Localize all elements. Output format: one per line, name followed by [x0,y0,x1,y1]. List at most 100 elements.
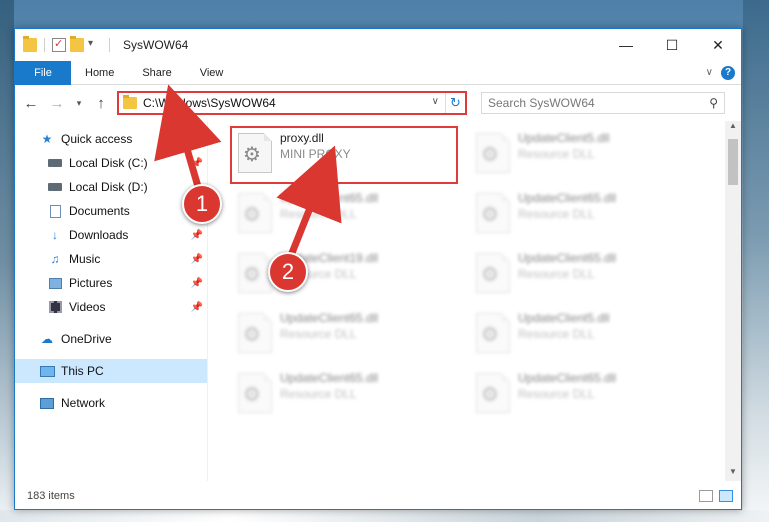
file-type: Resource DLL [280,387,357,401]
maximize-button[interactable]: ☐ [649,29,695,61]
documents-icon [49,204,61,218]
customize-icon[interactable]: ▾ [88,38,102,52]
sidebar-item-network[interactable]: Network [15,391,207,415]
file-name: UpdateClient65.dll [280,371,379,385]
scroll-up-icon[interactable]: ▲ [725,121,741,135]
refresh-button[interactable]: ↻ [445,93,465,113]
sidebar-item-label: Videos [69,300,106,314]
file-name: UpdateClient65.dll [280,311,379,325]
quick-access-toolbar: ▾ [23,36,113,52]
sidebar-item-pictures[interactable]: Pictures 📌 [15,271,207,295]
file-name: UpdateClient5.dll [518,131,610,145]
file-item[interactable]: UpdateClient5.dll Resource DLL [472,309,694,361]
computer-icon [39,365,55,377]
folder-icon [123,95,137,109]
callout-badge-1: 1 [182,184,222,224]
file-list: proxy.dll MINI PROXY UpdateClient5.dllRe… [208,121,741,481]
sidebar-item-label: Quick access [61,132,133,146]
sidebar-item-videos[interactable]: Videos 📌 [15,295,207,319]
desktop-wallpaper-right [743,0,769,522]
window-title: SysWOW64 [123,38,189,52]
vertical-scrollbar[interactable]: ▲ ▼ [725,121,741,481]
callout-badge-2: 2 [268,252,308,292]
new-folder-icon[interactable] [70,36,84,52]
desktop-wallpaper-bottom [0,510,769,522]
file-type: Resource DLL [518,267,595,281]
dll-file-icon [476,133,510,173]
dll-file-icon [476,253,510,293]
drive-icon [48,159,62,167]
tab-share[interactable]: Share [128,67,185,79]
sidebar-item-downloads[interactable]: ↓ Downloads 📌 [15,223,207,247]
close-button[interactable]: ✕ [695,29,741,61]
large-icons-view-icon[interactable] [719,490,733,502]
chevron-down-icon[interactable]: ∨ [432,96,439,107]
pin-icon[interactable]: 📌 [191,158,203,169]
view-switcher [699,490,741,502]
dll-file-icon [476,373,510,413]
properties-icon[interactable] [52,37,66,52]
sidebar-item-music[interactable]: ♫ Music 📌 [15,247,207,271]
file-type: Resource DLL [280,207,357,221]
file-name: UpdateClient65.dll [518,371,617,385]
file-item[interactable]: UpdateClient5.dll Resource DLL [472,129,694,181]
main-content: ★ Quick access Local Disk (C:) 📌 Local D… [15,121,741,481]
back-button[interactable]: ← [21,95,41,112]
minimize-button[interactable]: — [603,29,649,61]
expand-ribbon-icon[interactable]: ∨ [706,67,713,78]
ribbon-right: ∨ ? [706,65,741,80]
pin-icon[interactable]: 📌 [191,302,203,313]
sidebar-item-label: Local Disk (D:) [69,180,148,194]
item-count: 183 items [27,490,75,502]
file-item[interactable]: UpdateClient65.dll Resource DLL [234,309,456,361]
pin-icon[interactable]: 📌 [191,254,203,265]
file-item[interactable]: UpdateClient65.dll Resource DLL [472,249,694,301]
details-view-icon[interactable] [699,490,713,502]
sidebar-item-label: Network [61,396,106,410]
drive-icon [48,183,62,191]
pin-icon[interactable]: 📌 [191,230,203,241]
pin-icon[interactable]: 📌 [191,278,203,289]
file-item[interactable]: UpdateClient65.dll Resource DLL [472,189,694,241]
search-placeholder: Search SysWOW64 [488,96,595,110]
file-name: UpdateClient65.dll [518,251,617,265]
address-bar[interactable]: C:\Windows\SysWOW64 ∨ ↻ [117,91,467,115]
star-icon: ★ [41,132,53,146]
help-icon[interactable]: ? [721,65,735,80]
sidebar-item-label: Music [69,252,101,266]
sidebar-item-label: Downloads [69,228,129,242]
file-item[interactable]: UpdateClient65.dll Resource DLL [234,189,456,241]
forward-button[interactable]: → [47,95,67,112]
file-name: UpdateClient65.dll [518,191,617,205]
sidebar-item-local-disk-c[interactable]: Local Disk (C:) 📌 [15,151,207,175]
file-item[interactable]: UpdateClient65.dll Resource DLL [234,369,456,421]
address-path: C:\Windows\SysWOW64 [143,96,276,110]
tab-home[interactable]: Home [71,67,128,79]
film-icon [48,301,62,313]
file-type: Resource DLL [280,327,357,341]
status-bar: 183 items [15,483,741,509]
folder-icon[interactable] [23,36,37,52]
sidebar-item-documents[interactable]: Documents [15,199,207,223]
music-note-icon: ♫ [50,252,60,266]
up-button[interactable]: ↑ [91,95,111,112]
pictures-icon [48,277,62,289]
sidebar-item-label: Local Disk (C:) [69,156,148,170]
sidebar-item-label: Pictures [69,276,113,290]
tab-view[interactable]: View [186,67,238,79]
tab-file[interactable]: File [15,60,71,85]
dll-file-icon [238,253,272,293]
sidebar-item-this-pc[interactable]: This PC [15,359,207,383]
sidebar-item-onedrive[interactable]: ☁ OneDrive [15,327,207,351]
search-input[interactable]: Search SysWOW64 ⚲ [481,92,725,114]
highlight-box [230,126,458,184]
sidebar-item-local-disk-d[interactable]: Local Disk (D:) [15,175,207,199]
scroll-down-icon[interactable]: ▼ [725,467,741,481]
file-type: Resource DLL [518,147,595,161]
sidebar-item-quick-access[interactable]: ★ Quick access [15,127,207,151]
divider [109,38,110,52]
file-item[interactable]: UpdateClient65.dll Resource DLL [472,369,694,421]
scroll-thumb[interactable] [728,139,738,185]
recent-locations-icon[interactable]: ▾ [73,98,85,109]
navigation-pane: ★ Quick access Local Disk (C:) 📌 Local D… [15,121,208,481]
